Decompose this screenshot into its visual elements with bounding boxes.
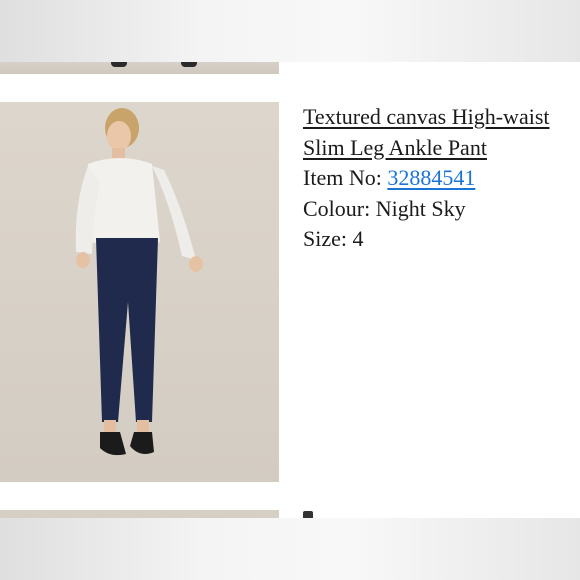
colour-value: Night Sky [375, 195, 466, 221]
top-edge-shade [0, 0, 580, 62]
colour-label: Colour: [303, 195, 371, 221]
shoe-graphic [181, 62, 197, 67]
previous-product-image[interactable] [0, 62, 279, 74]
item-number-link[interactable]: 32884541 [387, 165, 475, 190]
colour-row: Colour: Night Sky [303, 194, 563, 225]
model-photo-illustration [75, 108, 203, 456]
next-product-title-cut [303, 511, 503, 518]
next-product-image[interactable] [0, 510, 279, 518]
product-details: Textured canvas High-waist Slim Leg Ankl… [303, 102, 563, 255]
size-value: 4 [352, 226, 364, 251]
item-number-row: Item No: 32884541 [303, 163, 563, 194]
item-number-label: Item No: [303, 165, 382, 190]
product-image[interactable] [0, 102, 279, 482]
bottom-edge-shade [0, 518, 580, 580]
size-row: Size: 4 [303, 224, 563, 255]
product-title-link[interactable]: Textured canvas High-waist Slim Leg Ankl… [303, 104, 550, 160]
size-label: Size: [303, 226, 347, 251]
shoe-graphic [111, 62, 127, 67]
